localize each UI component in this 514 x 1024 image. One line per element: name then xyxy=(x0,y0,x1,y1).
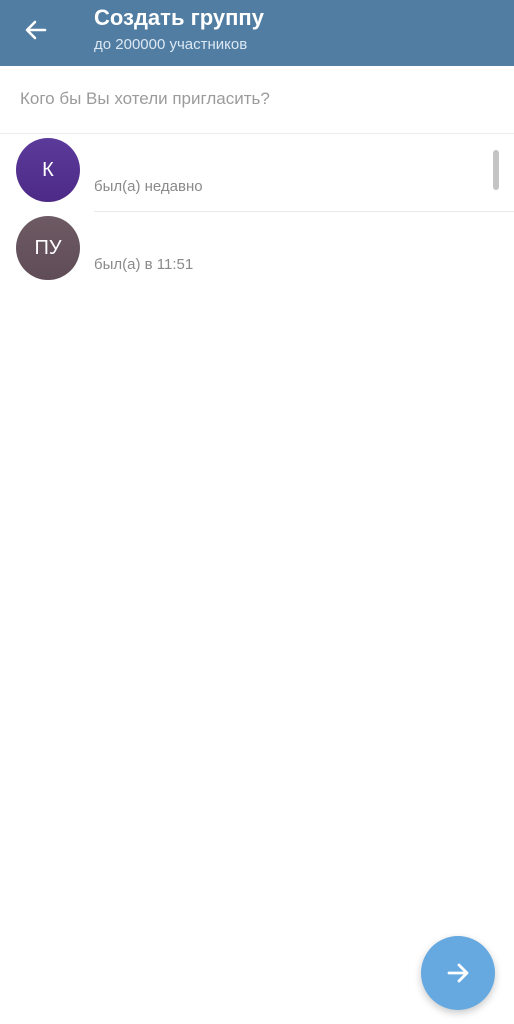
contact-status: был(а) недавно xyxy=(94,178,203,195)
avatar-initials: ПУ xyxy=(34,236,62,259)
avatar-initials: К xyxy=(42,158,54,181)
page-title: Создать группу xyxy=(94,5,264,30)
arrow-left-icon xyxy=(25,20,47,40)
avatar: К xyxy=(16,138,80,202)
header-bar: Создать группу до 200000 участников xyxy=(0,0,514,66)
next-button[interactable] xyxy=(421,936,495,1010)
invite-search-input[interactable] xyxy=(20,84,494,114)
invite-search-area xyxy=(0,66,514,134)
list-scrollbar[interactable] xyxy=(493,150,499,190)
back-button[interactable] xyxy=(14,10,58,50)
arrow-right-icon xyxy=(447,963,469,983)
create-group-screen: Создать группу до 200000 участников К бы… xyxy=(0,0,514,1024)
avatar: ПУ xyxy=(16,216,80,280)
contact-row[interactable]: ПУ был(а) в 11:51 xyxy=(0,212,514,290)
contact-list: К был(а) недавно ПУ был(а) в 11:51 xyxy=(0,134,514,290)
contact-row[interactable]: К был(а) недавно xyxy=(0,134,514,212)
page-subtitle: до 200000 участников xyxy=(94,36,248,53)
contact-status: был(а) в 11:51 xyxy=(94,256,194,273)
